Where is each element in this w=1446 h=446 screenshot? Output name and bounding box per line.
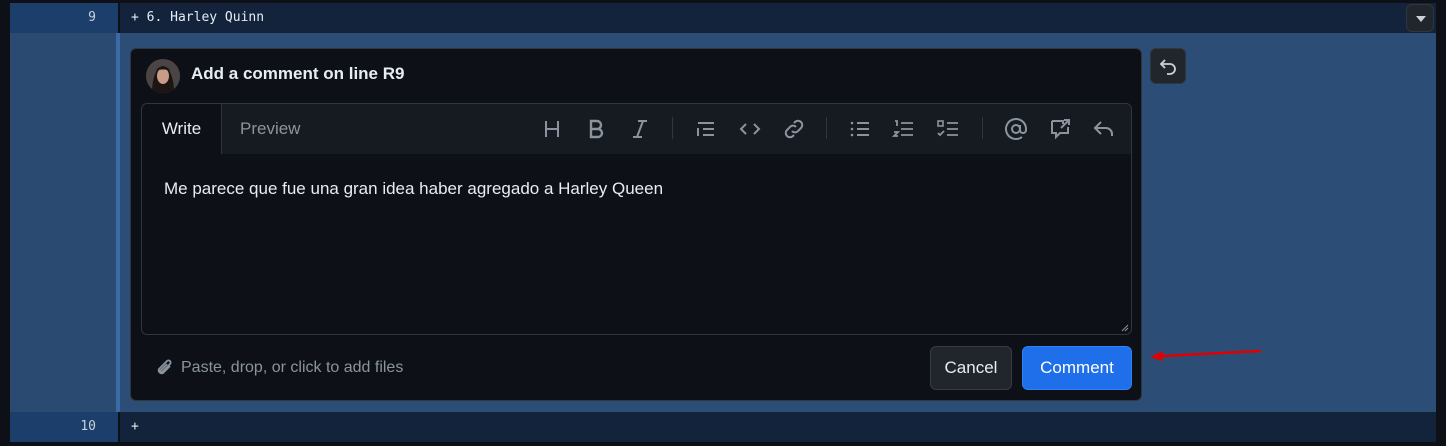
paperclip-icon	[157, 359, 172, 375]
comment-form: Add a comment on line R9 Write Preview M…	[130, 48, 1142, 401]
mention-icon[interactable]	[1004, 117, 1028, 141]
toolbar-divider	[982, 117, 983, 139]
tab-preview[interactable]: Preview	[240, 104, 300, 154]
ordered-list-icon[interactable]	[892, 117, 916, 141]
line-number[interactable]: 9	[10, 3, 118, 33]
italic-icon[interactable]	[628, 117, 652, 141]
comment-form-title: Add a comment on line R9	[191, 64, 405, 83]
diff-line-9: 9 + 6. Harley Quinn	[10, 3, 1436, 33]
undo-button[interactable]	[1150, 48, 1186, 84]
diff-line-10: 10 +	[10, 412, 1436, 442]
undo-icon	[1159, 59, 1176, 75]
avatar	[146, 59, 180, 93]
attach-files-label: Paste, drop, or click to add files	[181, 359, 404, 376]
task-list-icon[interactable]	[936, 117, 960, 141]
expand-button[interactable]	[1406, 4, 1434, 32]
code-line: + 6. Harley Quinn	[120, 3, 1436, 33]
toolbar-divider	[672, 117, 673, 139]
reference-icon[interactable]	[1048, 117, 1072, 141]
editor-toolbar: Write Preview	[142, 104, 1131, 155]
left-edge	[0, 0, 10, 446]
comment-textarea[interactable]: Me parece que fue una gran idea haber ag…	[142, 154, 1131, 334]
line-number[interactable]: 10	[10, 412, 118, 442]
right-edge	[1436, 0, 1446, 446]
resize-grip-icon[interactable]	[1121, 324, 1129, 332]
bold-icon[interactable]	[584, 117, 608, 141]
tab-write[interactable]: Write	[142, 104, 222, 155]
heading-icon[interactable]	[540, 117, 564, 141]
cancel-button[interactable]: Cancel	[930, 346, 1012, 390]
triangle-down-icon	[1416, 16, 1426, 22]
region-stripe	[116, 33, 120, 412]
toolbar-divider	[826, 117, 827, 139]
code-icon[interactable]	[738, 117, 762, 141]
link-icon[interactable]	[782, 117, 806, 141]
unordered-list-icon[interactable]	[848, 117, 872, 141]
quote-icon[interactable]	[694, 117, 718, 141]
region-gutter	[10, 33, 116, 412]
markdown-editor: Write Preview Me parece que fue una gran…	[141, 103, 1132, 335]
code-line: +	[120, 412, 1436, 442]
annotation-arrow	[1150, 349, 1262, 361]
reply-icon[interactable]	[1092, 117, 1116, 141]
comment-button[interactable]: Comment	[1022, 346, 1132, 390]
